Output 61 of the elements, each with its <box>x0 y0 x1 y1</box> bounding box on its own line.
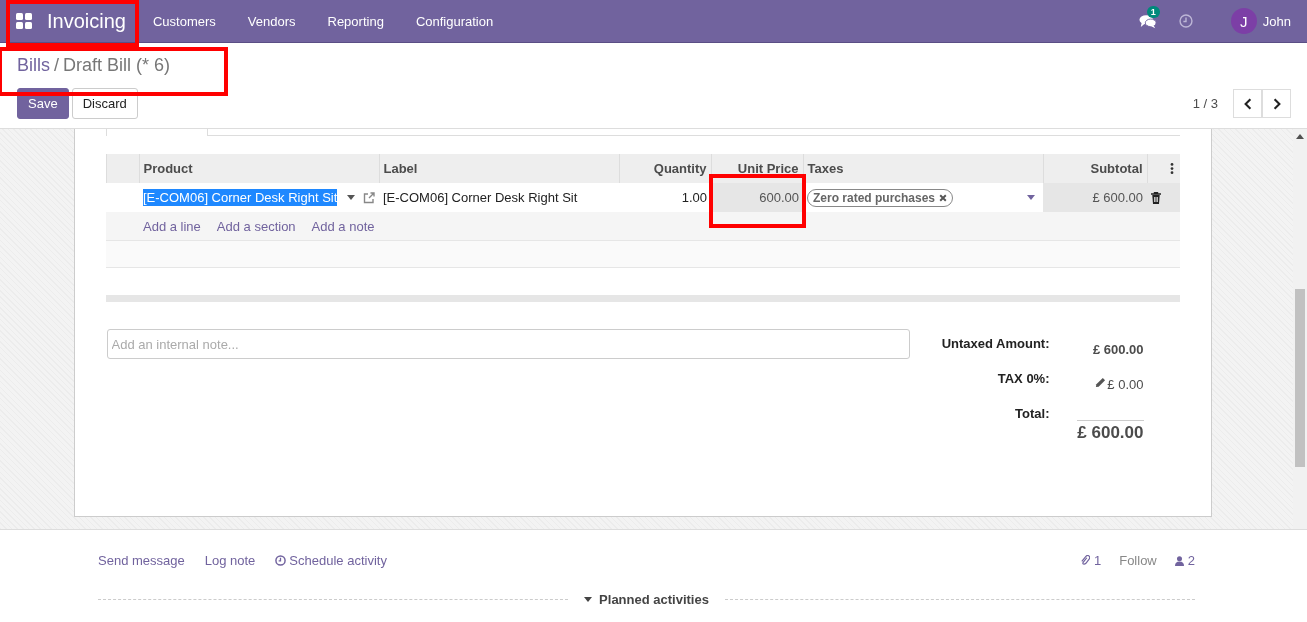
paperclip-icon[interactable] <box>1079 555 1090 566</box>
chat-bubbles-icon[interactable] <box>1138 13 1157 29</box>
column-header[interactable]: Label <box>379 154 619 183</box>
clock-icon[interactable] <box>1178 14 1193 28</box>
column-header[interactable]: Taxes <box>803 154 1043 183</box>
column-header[interactable]: Subtotal <box>1043 154 1147 183</box>
chatter-action-link[interactable]: Send message <box>98 553 185 568</box>
label-cell[interactable]: [E-COM06] Corner Desk Right Sit <box>379 183 619 212</box>
add-link[interactable]: Add a section <box>216 218 296 234</box>
follower-count[interactable]: 2 <box>1187 553 1195 568</box>
column-header[interactable]: Product <box>139 154 379 183</box>
internal-note-field[interactable]: Add an internal note... <box>106 329 910 359</box>
column-header[interactable]: Quantity <box>619 154 711 183</box>
record-title: Draft Bill (* 6) <box>63 55 171 76</box>
trash-icon[interactable] <box>1151 191 1161 204</box>
clock-icon <box>275 555 287 566</box>
scroll-up-arrow-icon[interactable] <box>1296 134 1304 139</box>
pager-counter[interactable]: 1 / 3 <box>1192 96 1218 111</box>
scrollbar[interactable] <box>1293 129 1307 529</box>
total-label: Untaxed Amount: <box>940 335 1050 353</box>
breadcrumb-link[interactable]: Bills <box>17 55 50 76</box>
caret-down-icon[interactable] <box>1027 195 1035 200</box>
attachment-count[interactable]: 1 <box>1093 553 1102 568</box>
planned-activities-toggle[interactable]: Planned activities <box>568 592 725 607</box>
apps-grid-icon[interactable] <box>16 13 32 29</box>
chevron-right-icon <box>1272 97 1281 110</box>
remove-x-icon[interactable] <box>939 193 948 202</box>
subtotal-cell: £ 600.00 <box>1092 190 1143 205</box>
menu-item[interactable]: Configuration <box>399 13 510 29</box>
follow-button[interactable]: Follow <box>1119 553 1157 568</box>
unit-price-cell: 600.00 <box>759 190 799 205</box>
breadcrumb-separator: / <box>54 55 60 76</box>
caret-down-icon[interactable] <box>347 195 355 200</box>
product-field[interactable]: [E-COM06] Corner Desk Right Sit <box>143 189 338 206</box>
external-link-icon[interactable] <box>363 191 375 204</box>
amount-value: £ 600.00 <box>1092 342 1144 357</box>
menu-item[interactable]: Customers <box>136 13 232 29</box>
total-label: Total: <box>1014 405 1050 423</box>
add-link[interactable]: Add a line <box>143 218 201 234</box>
message-count-badge: 1 <box>1146 5 1160 18</box>
kebab-menu-icon[interactable] <box>1169 163 1174 174</box>
add-link[interactable]: Add a note <box>311 218 375 234</box>
user-icon[interactable] <box>1174 555 1184 566</box>
pencil-icon[interactable] <box>1095 377 1107 388</box>
next-button[interactable] <box>1262 89 1291 118</box>
chatter-action-link[interactable]: Log note <box>204 553 256 568</box>
tax-tag-label: Zero rated purchases <box>813 190 936 205</box>
app-title[interactable]: Invoicing <box>47 9 126 33</box>
amount-value: £ 0.00 <box>1107 377 1144 392</box>
menu-item[interactable]: Vendors <box>231 13 312 29</box>
quantity-cell[interactable]: 1.00 <box>619 183 711 212</box>
menu-item[interactable]: Reporting <box>311 13 400 29</box>
schedule-activity-link[interactable]: Schedule activity <box>275 553 387 568</box>
total-label: TAX 0%: <box>996 370 1050 388</box>
user-avatar[interactable]: J <box>1230 8 1257 34</box>
caret-down-icon <box>584 597 593 602</box>
chevron-left-icon <box>1243 97 1252 110</box>
scrollbar-thumb[interactable] <box>1295 289 1305 467</box>
user-name[interactable]: John <box>1262 13 1291 29</box>
total-amount: £ 600.00 <box>1077 420 1144 451</box>
previous-button[interactable] <box>1233 89 1262 118</box>
